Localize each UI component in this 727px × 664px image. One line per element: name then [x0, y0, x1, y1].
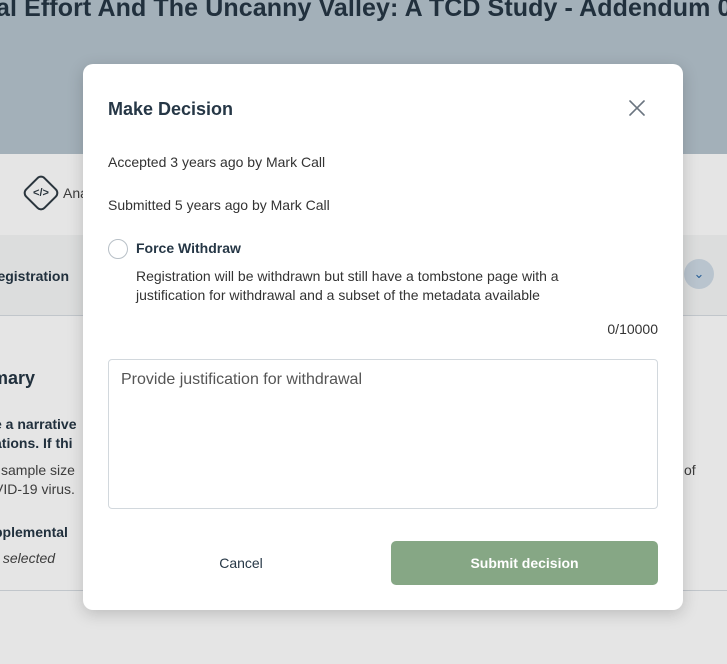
justification-input[interactable] — [108, 359, 658, 509]
close-button[interactable] — [626, 97, 648, 119]
force-withdraw-label[interactable]: Force Withdraw — [136, 240, 241, 256]
accepted-info: Accepted 3 years ago by Mark Call — [108, 154, 326, 170]
close-icon — [629, 100, 645, 116]
cancel-button[interactable]: Cancel — [179, 541, 303, 585]
make-decision-modal: Make Decision Accepted 3 years ago by Ma… — [83, 64, 683, 610]
submitted-info: Submitted 5 years ago by Mark Call — [108, 197, 330, 213]
modal-title: Make Decision — [108, 99, 234, 119]
force-withdraw-description: Registration will be withdrawn but still… — [136, 268, 559, 303]
force-withdraw-radio[interactable] — [108, 239, 128, 259]
character-counter: 0/10000 — [607, 321, 658, 337]
submit-decision-button[interactable]: Submit decision — [391, 541, 658, 585]
